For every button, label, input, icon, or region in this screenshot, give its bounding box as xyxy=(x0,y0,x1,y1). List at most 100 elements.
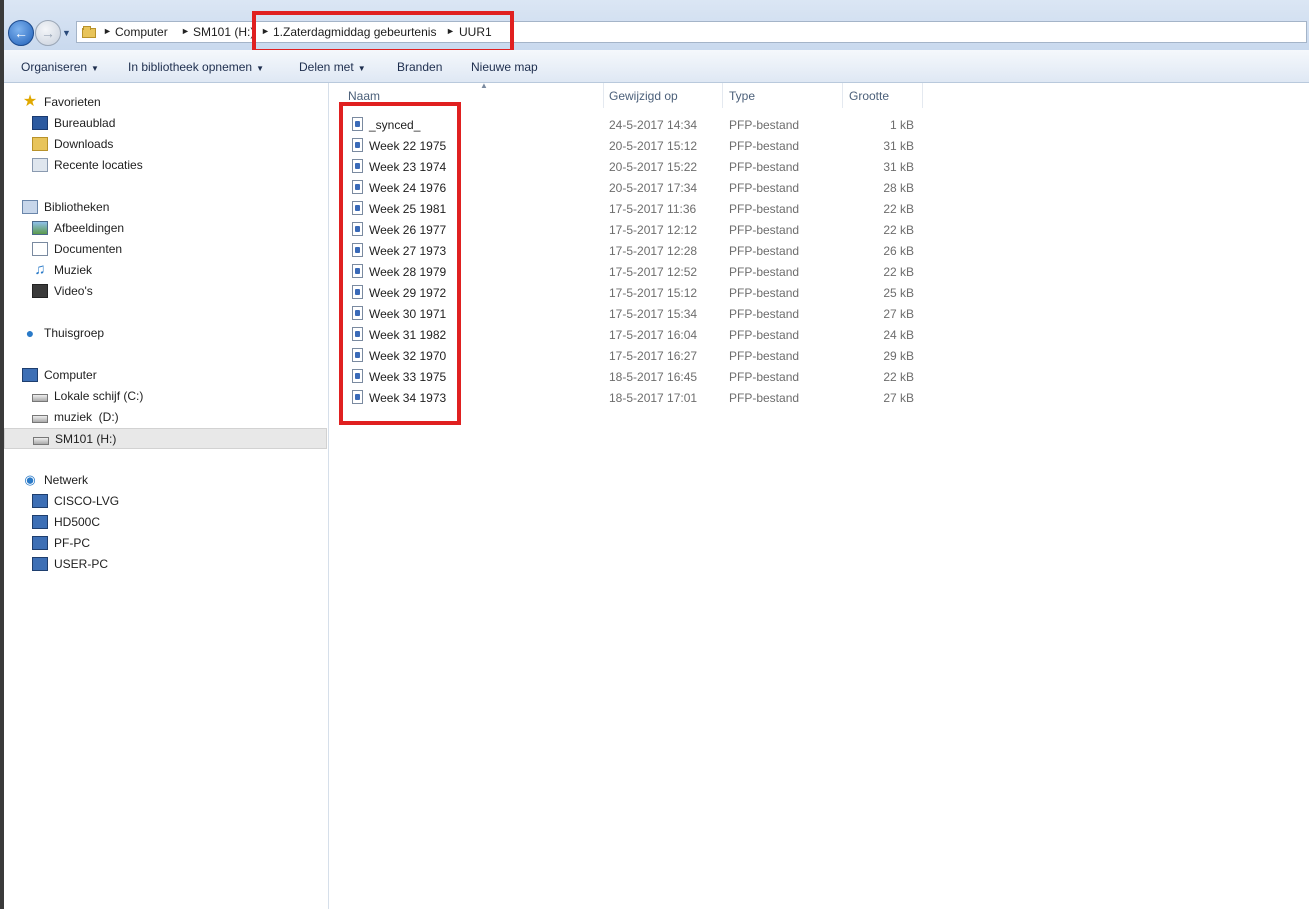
nav-network-pc[interactable]: USER-PC xyxy=(32,554,108,574)
file-size: 27 kB xyxy=(883,391,914,405)
desktop-icon xyxy=(32,116,48,130)
network-computer-icon xyxy=(32,515,48,529)
nav-homegroup[interactable]: ● Thuisgroep xyxy=(22,323,104,343)
nav-drive-d[interactable]: muziek (D:) xyxy=(32,407,119,427)
nav-label: Lokale schijf (C:) xyxy=(54,389,144,403)
nav-network[interactable]: ◉ Netwerk xyxy=(22,470,88,490)
nav-label: HD500C xyxy=(54,515,101,529)
video-film-icon xyxy=(32,284,48,298)
new-folder-button[interactable]: Nieuwe map xyxy=(471,60,538,74)
column-label: Gewijzigd op xyxy=(609,89,678,103)
burn-button[interactable]: Branden xyxy=(397,60,442,74)
file-size: 24 kB xyxy=(883,328,914,342)
file-size: 31 kB xyxy=(883,160,914,174)
breadcrumb-drive[interactable]: SM101 (H:) xyxy=(193,25,254,39)
organize-button[interactable]: Organiseren ▼ xyxy=(21,60,99,74)
chevron-down-icon: ▼ xyxy=(91,64,99,73)
nav-label: CISCO-LVG xyxy=(54,494,120,508)
nav-drive-c[interactable]: Lokale schijf (C:) xyxy=(32,386,143,406)
file-modified: 17-5-2017 12:12 xyxy=(609,223,698,237)
recent-places-icon xyxy=(32,158,48,172)
nav-music[interactable]: ♫ Muziek xyxy=(32,260,92,280)
chevron-down-icon: ▼ xyxy=(256,64,265,73)
star-icon: ★ xyxy=(22,93,38,110)
forward-arrow-icon: → xyxy=(41,25,55,41)
file-modified: 18-5-2017 16:45 xyxy=(609,370,698,384)
nav-network-pc[interactable]: CISCO-LVG xyxy=(32,491,119,511)
pictures-icon xyxy=(32,221,48,235)
back-button[interactable]: ← xyxy=(8,20,34,46)
file-modified: 18-5-2017 17:01 xyxy=(609,391,698,405)
navigation-pane: ★ Favorieten Bureaublad Downloads Recente… xyxy=(4,83,329,909)
nav-downloads[interactable]: Downloads xyxy=(32,134,113,154)
file-type: PFP-bestand xyxy=(729,139,800,153)
music-note-icon: ♫ xyxy=(34,261,46,278)
nav-computer[interactable]: Computer xyxy=(22,365,97,385)
nav-libraries[interactable]: Bibliotheken xyxy=(22,197,109,217)
nav-label: Thuisgroep xyxy=(44,326,105,340)
file-size: 27 kB xyxy=(883,307,914,321)
network-computer-icon xyxy=(32,557,48,571)
nav-label: Netwerk xyxy=(44,473,89,487)
folder-icon xyxy=(82,25,96,38)
include-library-button[interactable]: In bibliotheek opnemen ▼ xyxy=(128,60,264,74)
command-bar: Organiseren ▼ In bibliotheek opnemen ▼ Del… xyxy=(4,50,1309,83)
column-header-size[interactable]: Grootte xyxy=(843,83,923,108)
nav-label: Muziek xyxy=(54,263,93,277)
forward-button[interactable]: → xyxy=(35,20,61,46)
recent-pages-dropdown-icon[interactable]: ▼ xyxy=(62,28,71,38)
file-type: PFP-bestand xyxy=(729,307,800,321)
file-type: PFP-bestand xyxy=(729,244,800,258)
file-modified: 20-5-2017 15:22 xyxy=(609,160,698,174)
column-label: Grootte xyxy=(849,89,890,103)
file-type: PFP-bestand xyxy=(729,370,800,384)
nav-recent[interactable]: Recente locaties xyxy=(32,155,143,175)
nav-label: Video's xyxy=(54,284,93,298)
file-type: PFP-bestand xyxy=(729,202,800,216)
file-modified: 17-5-2017 16:04 xyxy=(609,328,698,342)
nav-desktop[interactable]: Bureaublad xyxy=(32,113,115,133)
nav-network-pc[interactable]: HD500C xyxy=(32,512,100,532)
nav-label: SM101 (H:) xyxy=(55,431,117,446)
file-list-pane: Naam ▲ Gewijzigd op Type Grootte _synced_… xyxy=(330,81,1309,909)
homegroup-icon: ● xyxy=(25,325,35,341)
column-header-type[interactable]: Type xyxy=(723,83,843,108)
drive-icon xyxy=(33,436,49,445)
file-size: 22 kB xyxy=(883,370,914,384)
network-computer-icon xyxy=(32,494,48,508)
breadcrumb-computer[interactable]: Computer xyxy=(115,25,168,39)
nav-favorites[interactable]: ★ Favorieten xyxy=(22,92,101,112)
nav-documents[interactable]: Documenten xyxy=(32,239,122,259)
nav-label: Favorieten xyxy=(44,95,101,109)
nav-label: Documenten xyxy=(54,242,123,256)
file-modified: 20-5-2017 17:34 xyxy=(609,181,698,195)
column-header-modified[interactable]: Gewijzigd op xyxy=(603,83,723,108)
nav-label: Recente locaties xyxy=(54,158,143,172)
file-modified: 24-5-2017 14:34 xyxy=(609,118,698,132)
nav-network-pc[interactable]: PF-PC xyxy=(32,533,90,553)
nav-drive-h[interactable]: SM101 (H:) xyxy=(4,428,327,449)
nav-label: Bibliotheken xyxy=(44,200,110,214)
nav-label: muziek (D:) xyxy=(54,410,119,424)
file-modified: 20-5-2017 15:12 xyxy=(609,139,698,153)
nav-label: USER-PC xyxy=(54,557,109,571)
file-size: 28 kB xyxy=(883,181,914,195)
share-label: Delen met xyxy=(299,60,354,74)
chevron-right-icon[interactable]: ► xyxy=(181,26,190,36)
nav-videos[interactable]: Video's xyxy=(32,281,93,301)
nav-pictures[interactable]: Afbeeldingen xyxy=(32,218,124,238)
file-size: 26 kB xyxy=(883,244,914,258)
file-modified: 17-5-2017 15:34 xyxy=(609,307,698,321)
chevron-right-icon[interactable]: ► xyxy=(103,26,112,36)
share-button[interactable]: Delen met ▼ xyxy=(299,60,366,74)
file-modified: 17-5-2017 12:28 xyxy=(609,244,698,258)
file-size: 22 kB xyxy=(883,223,914,237)
libraries-icon xyxy=(22,200,38,214)
chevron-down-icon: ▼ xyxy=(357,64,366,73)
file-size: 25 kB xyxy=(883,286,914,300)
include-library-label: In bibliotheek opnemen xyxy=(128,60,253,74)
back-arrow-icon: ← xyxy=(14,25,28,41)
file-type: PFP-bestand xyxy=(729,349,800,363)
network-icon: ◉ xyxy=(24,472,36,487)
file-type: PFP-bestand xyxy=(729,181,800,195)
